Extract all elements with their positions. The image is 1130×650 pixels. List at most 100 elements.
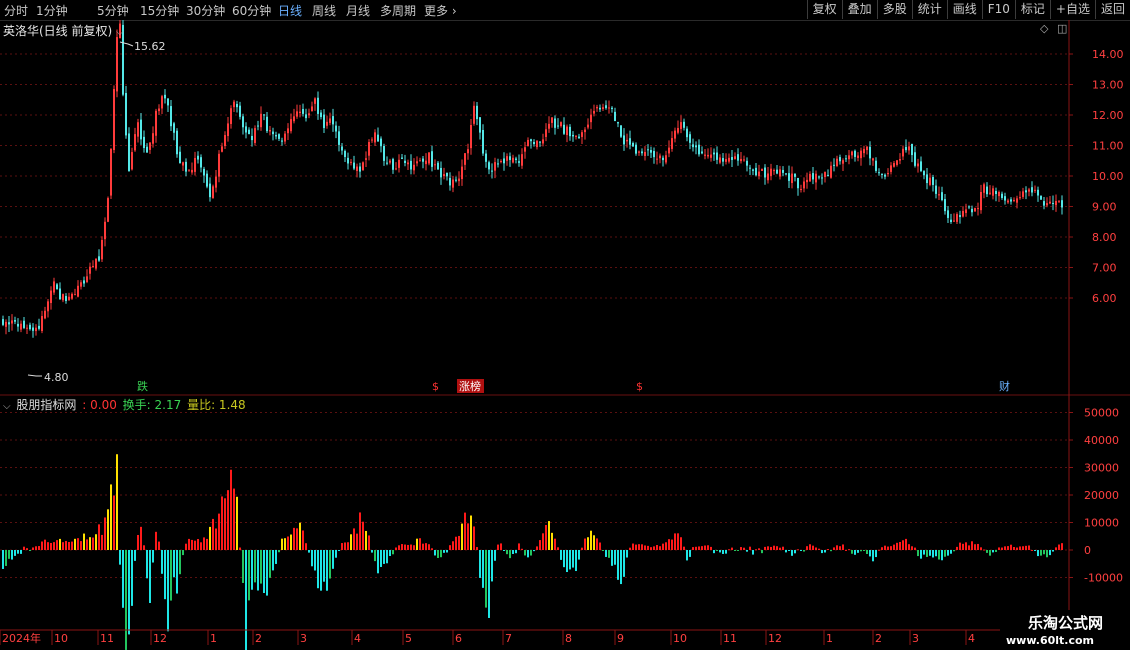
ind-tick-label: -10000 xyxy=(1084,572,1123,585)
indicator-bar xyxy=(260,550,262,584)
candle-body xyxy=(50,290,52,304)
tab-1min[interactable]: 1分钟 xyxy=(36,2,68,19)
f10-button[interactable]: F10 xyxy=(981,0,1015,19)
indicator-bar xyxy=(395,547,397,550)
indicator-bar xyxy=(233,488,235,550)
statistics-button[interactable]: 统计 xyxy=(911,0,947,19)
indicator-bar xyxy=(725,550,727,554)
candle-body xyxy=(281,140,283,142)
draw-line-button[interactable]: 画线 xyxy=(946,0,982,19)
indicator-bar xyxy=(29,550,31,551)
turnover-value: 换手: 2.17 xyxy=(122,398,182,412)
tab-weekly[interactable]: 周线 xyxy=(312,2,336,19)
date-tick-label: 8 xyxy=(565,632,572,645)
indicator-bar xyxy=(50,542,52,550)
overlay-button[interactable]: 叠加 xyxy=(841,0,877,19)
indicator-bar xyxy=(335,550,337,558)
kline-chart-svg[interactable]: 14.00 13.00 12.00 11.00 10.00 9.00 8.00 7.00 6.0… xyxy=(0,20,1130,650)
candle-body xyxy=(134,134,136,151)
tab-monthly[interactable]: 月线 xyxy=(346,2,370,19)
candle-body xyxy=(770,168,772,176)
candle-body xyxy=(845,158,847,160)
chart-area[interactable]: 14.00 13.00 12.00 11.00 10.00 9.00 8.00 7.00 6.0… xyxy=(0,20,1130,650)
candle-body xyxy=(1031,187,1033,193)
indicator-bar xyxy=(494,550,496,561)
candle-body xyxy=(848,155,850,160)
candle-body xyxy=(665,155,667,163)
watermark-title: 乐淘公式网 xyxy=(1028,614,1104,632)
indicator-bar xyxy=(431,548,433,550)
indicator-bar xyxy=(230,469,232,550)
tab-daily[interactable]: 日线 xyxy=(278,2,302,19)
multi-stock-button[interactable]: 多股 xyxy=(876,0,912,19)
indicator-bar xyxy=(131,550,133,606)
indicator-bar xyxy=(296,528,298,550)
indicator-menu-icon[interactable]: ⌵ xyxy=(3,401,11,412)
date-tick-label: 12 xyxy=(768,632,782,645)
indicator-bar xyxy=(101,534,103,550)
indicator-bar xyxy=(662,543,664,550)
candle-body xyxy=(359,166,361,172)
indicator-bar xyxy=(536,546,538,550)
indicator-bar xyxy=(170,550,172,601)
candle-body xyxy=(545,129,547,137)
indicator-bar xyxy=(638,544,640,550)
candle-body xyxy=(35,327,37,332)
indicator-bar xyxy=(881,547,883,550)
candle-body xyxy=(863,148,865,154)
tab-5min[interactable]: 5分钟 xyxy=(97,2,129,19)
indicator-bar xyxy=(479,550,481,578)
tab-30min[interactable]: 30分钟 xyxy=(186,2,225,19)
candle-body xyxy=(500,161,502,163)
candle-body xyxy=(1043,201,1045,206)
candle-body xyxy=(938,194,940,196)
indicator-bar xyxy=(707,545,709,550)
indicator-name[interactable]: 股朋指标网 xyxy=(16,398,76,412)
candle-body xyxy=(767,173,769,181)
diamond-icon[interactable]: ◇ xyxy=(1040,22,1048,35)
indicator-bar xyxy=(95,534,97,550)
candle-body xyxy=(452,179,454,188)
indicator-bar xyxy=(467,523,469,550)
indicator-bar xyxy=(941,550,943,561)
candle-body xyxy=(623,135,625,145)
candle-body xyxy=(788,173,790,181)
candle-body xyxy=(368,142,370,156)
tab-multi-period[interactable]: 多周期 xyxy=(380,2,416,19)
candle-body xyxy=(47,301,49,312)
tab-60min[interactable]: 60分钟 xyxy=(232,2,271,19)
candle-body xyxy=(371,139,373,141)
candle-body xyxy=(260,113,262,128)
indicator-bar xyxy=(845,549,847,551)
tab-timeshare[interactable]: 分时 xyxy=(4,2,28,19)
candle-body xyxy=(638,151,640,153)
tab-15min[interactable]: 15分钟 xyxy=(140,2,179,19)
back-button[interactable]: 返回 xyxy=(1094,0,1130,19)
indicator-bar xyxy=(461,523,463,550)
indicator-bar xyxy=(332,550,334,569)
indicator-bar xyxy=(581,547,583,550)
indicator-bar xyxy=(758,548,760,550)
indicator-bar xyxy=(368,535,370,550)
signal-finance: 财 xyxy=(999,379,1010,393)
indicator-bar xyxy=(284,538,286,550)
mark-button[interactable]: 标记 xyxy=(1014,0,1050,19)
indicator-bar xyxy=(338,550,340,551)
panel-toggle-icon[interactable]: ◫ xyxy=(1057,22,1067,35)
candle-body xyxy=(257,125,259,127)
indicator-bar xyxy=(761,550,763,554)
fuquan-button[interactable]: 复权 xyxy=(806,0,842,19)
chevron-down-icon[interactable]: ⌵ xyxy=(116,27,124,38)
indicator-bar xyxy=(497,544,499,550)
candle-body xyxy=(878,172,880,174)
candle-body xyxy=(62,294,64,301)
indicator-bar xyxy=(137,534,139,550)
tab-more[interactable]: 更多 › xyxy=(424,2,457,19)
indicator-bar xyxy=(452,541,454,550)
add-watchlist-button[interactable]: +自选 xyxy=(1049,0,1095,19)
indicator-bar xyxy=(743,547,745,550)
candle-body xyxy=(512,157,514,163)
candle-body xyxy=(332,116,334,125)
candle-body xyxy=(1046,203,1048,206)
candle-body xyxy=(671,138,673,149)
